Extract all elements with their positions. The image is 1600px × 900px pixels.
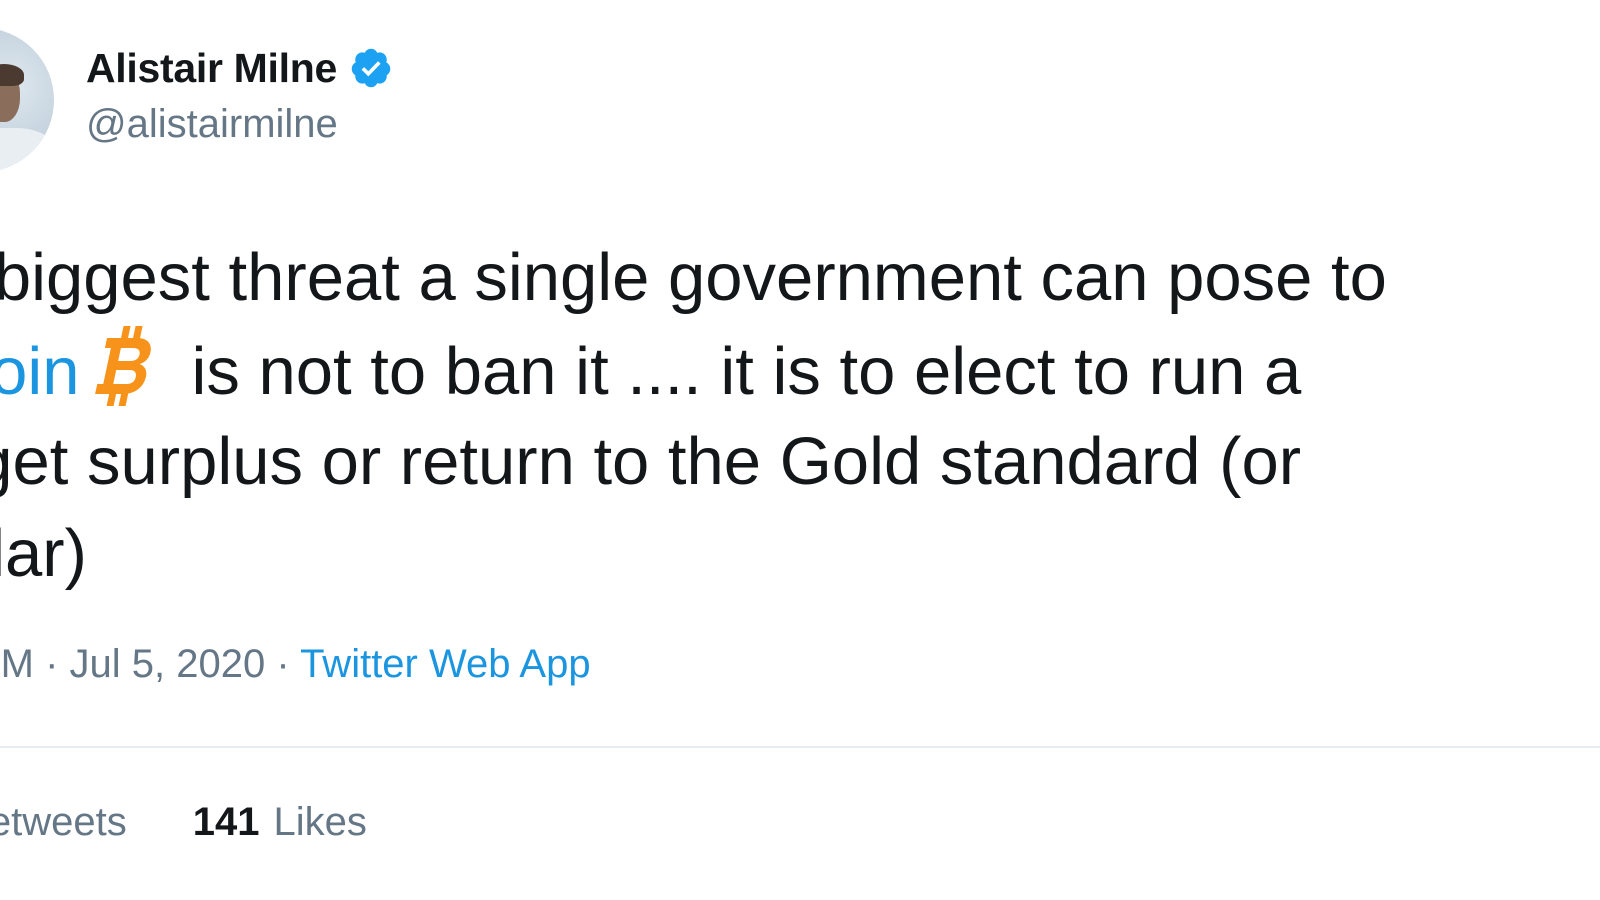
verified-badge-icon (349, 46, 393, 90)
author-name-row[interactable]: Alistair Milne (86, 40, 393, 96)
tweet-card: Alistair Milne @alistairmilne e biggest … (0, 0, 1600, 900)
tweet-text-line: dget surplus or return to the Gold stand… (0, 424, 1302, 499)
tweet-text-line: nilar) (0, 516, 87, 591)
divider (0, 746, 1600, 748)
author-handle[interactable]: @alistairmilne (86, 102, 338, 147)
bitcoin-icon (88, 324, 154, 408)
tweet-text-continuation: is not to ban it .... it is to elect to … (191, 334, 1302, 409)
tweet-text-line: tcoin is not to ban it .... it is to ele… (0, 324, 1578, 416)
tweet-date[interactable]: Jul 5, 2020 (70, 642, 266, 686)
meta-separator: · (34, 642, 70, 686)
retweets-stat[interactable]: Retweets (0, 800, 127, 845)
tweet-text-line: e biggest threat a single government can… (0, 240, 1387, 315)
avatar-shoulder (0, 128, 54, 172)
tweet-metadata: PM · Jul 5, 2020 · Twitter Web App (0, 642, 591, 687)
meta-separator: · (265, 642, 301, 686)
likes-count: 141 (192, 800, 260, 844)
engagement-stats: Retweets 141 Likes (0, 800, 367, 845)
tweet-source-link[interactable]: Twitter Web App (300, 642, 591, 686)
avatar-hair (0, 64, 24, 86)
hashtag-link[interactable]: tcoin (0, 334, 80, 409)
author-display-name[interactable]: Alistair Milne (86, 45, 337, 92)
tweet-text: e biggest threat a single government can… (0, 232, 1578, 600)
tweet-time[interactable]: PM (0, 642, 34, 686)
avatar[interactable] (0, 28, 54, 172)
likes-stat[interactable]: 141 Likes (193, 800, 367, 845)
retweets-label: Retweets (0, 800, 127, 844)
likes-label: Likes (273, 800, 367, 844)
